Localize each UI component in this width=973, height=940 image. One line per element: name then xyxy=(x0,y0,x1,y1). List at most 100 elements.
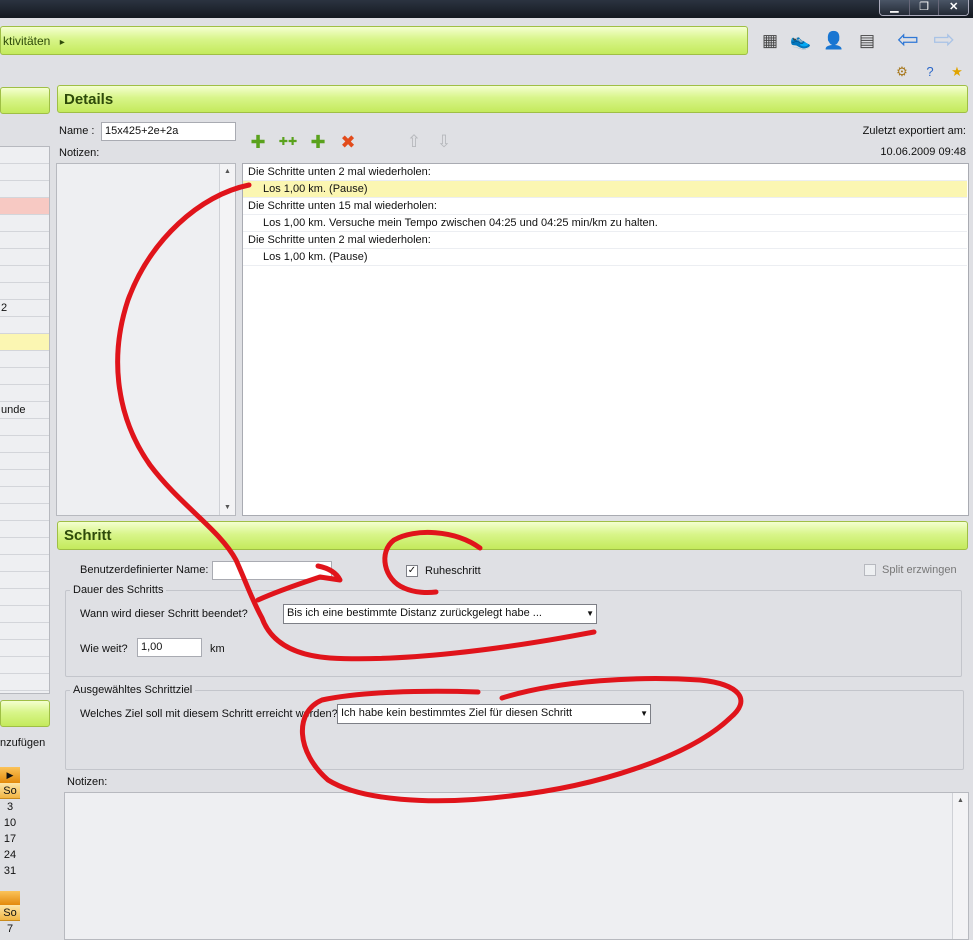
rest-step-label: Ruheschritt xyxy=(425,565,481,577)
list-item[interactable] xyxy=(0,589,49,606)
schritt-header: Schritt xyxy=(57,521,968,550)
list-item[interactable] xyxy=(0,521,49,538)
list-item[interactable] xyxy=(0,657,49,674)
custom-name-input[interactable] xyxy=(212,561,332,580)
list-item[interactable] xyxy=(0,606,49,623)
left-panel-header-2 xyxy=(0,700,50,727)
list-item[interactable] xyxy=(0,181,49,198)
favorites-star-icon[interactable]: ★ xyxy=(948,63,966,81)
name-label: Name : xyxy=(59,125,95,137)
distance-input[interactable]: 1,00 xyxy=(137,638,202,657)
help-icon[interactable]: ? xyxy=(921,63,939,81)
list-item[interactable]: 2 xyxy=(0,300,49,317)
list-item[interactable] xyxy=(0,147,49,164)
breadcrumb-label[interactable]: ktivitäten xyxy=(3,34,50,48)
list-item[interactable]: unde xyxy=(0,402,49,419)
window-titlebar xyxy=(0,0,973,18)
repeat-row[interactable]: Die Schritte unten 2 mal wiederholen: xyxy=(243,232,967,249)
rest-step-checkbox[interactable]: ✓ xyxy=(406,565,418,577)
calendar-day[interactable]: 31 xyxy=(0,863,20,879)
add-repeat-icon[interactable]: ✚✚ xyxy=(276,130,300,154)
target-value: Ich habe kein bestimmtes Ziel für diesen… xyxy=(341,707,573,719)
list-item[interactable] xyxy=(0,538,49,555)
end-condition-value: Bis ich eine bestimmte Distanz zurückgel… xyxy=(287,607,542,619)
list-item[interactable] xyxy=(0,351,49,368)
steps-list[interactable]: Die Schritte unten 2 mal wiederholen: Los… xyxy=(242,163,969,516)
add-step-icon[interactable]: ✚ xyxy=(246,130,270,154)
athlete-icon[interactable]: 👤 xyxy=(822,29,846,53)
calendar-day[interactable]: 24 xyxy=(0,847,20,863)
calendar-day[interactable]: 7 xyxy=(0,921,20,937)
list-item[interactable] xyxy=(0,640,49,657)
target-groupbox xyxy=(65,690,964,770)
notes-label: Notizen: xyxy=(59,147,100,159)
list-item[interactable] xyxy=(0,623,49,640)
mini-calendar-2: So 7 xyxy=(0,891,20,937)
settings-gear-icon[interactable]: ⚙ xyxy=(893,63,911,81)
calendar-day[interactable]: 3 xyxy=(0,799,20,815)
list-item[interactable] xyxy=(0,198,49,215)
target-label: Welches Ziel soll mit diesem Schritt err… xyxy=(80,708,338,720)
calendar-day[interactable]: 10 xyxy=(0,815,20,831)
step-notes-scrollbar[interactable]: ▲ xyxy=(952,793,968,939)
repeat-row[interactable]: Die Schritte unten 15 mal wiederholen: xyxy=(243,198,967,215)
add-link[interactable]: nzufügen xyxy=(0,737,45,749)
left-activity-list[interactable]: 2 unde xyxy=(0,146,50,694)
list-item[interactable] xyxy=(0,555,49,572)
list-item[interactable] xyxy=(0,266,49,283)
force-split-checkbox[interactable] xyxy=(864,564,876,576)
list-item[interactable] xyxy=(0,470,49,487)
notes-scrollbar[interactable]: ▲ ▼ xyxy=(219,164,235,515)
list-item[interactable] xyxy=(0,317,49,334)
target-select[interactable]: Ich habe kein bestimmtes Ziel für diesen… xyxy=(337,704,651,724)
list-item[interactable] xyxy=(0,436,49,453)
step-row[interactable]: Los 1,00 km. (Pause) xyxy=(243,249,967,266)
minimize-button[interactable]: ▁ xyxy=(880,0,909,15)
name-input[interactable]: 15x425+2e+2a xyxy=(101,122,236,141)
left-panel-header xyxy=(0,87,50,114)
step-row[interactable]: Los 1,00 km. (Pause) xyxy=(243,181,967,198)
scroll-down-icon[interactable]: ▼ xyxy=(220,504,235,511)
maximize-button[interactable]: ❐ xyxy=(908,0,939,15)
list-item[interactable] xyxy=(0,674,49,691)
details-header: Details xyxy=(57,85,968,113)
end-condition-label: Wann wird dieser Schritt beendet? xyxy=(80,608,248,620)
list-item[interactable] xyxy=(0,283,49,300)
logbook-icon[interactable]: ▤ xyxy=(855,29,879,53)
list-item[interactable] xyxy=(0,215,49,232)
step-notes-area[interactable]: ▲ xyxy=(64,792,969,940)
move-down-icon[interactable]: ⇩ xyxy=(432,130,456,154)
list-item[interactable] xyxy=(0,385,49,402)
back-arrow-icon[interactable]: ⇦ xyxy=(896,26,920,52)
step-notes-label: Notizen: xyxy=(67,776,108,788)
list-item[interactable] xyxy=(0,232,49,249)
step-row[interactable]: Los 1,00 km. Versuche mein Tempo zwische… xyxy=(243,215,967,232)
calendar-day[interactable]: 17 xyxy=(0,831,20,847)
scroll-up-icon[interactable]: ▲ xyxy=(220,168,235,175)
target-group-title: Ausgewähltes Schrittziel xyxy=(70,684,196,696)
list-item[interactable] xyxy=(0,368,49,385)
calendar-icon[interactable]: ▦ xyxy=(758,29,782,53)
list-item[interactable] xyxy=(0,164,49,181)
list-item[interactable] xyxy=(0,453,49,470)
workout-notes-area[interactable]: ▲ ▼ xyxy=(56,163,236,516)
list-item[interactable] xyxy=(0,504,49,521)
close-button[interactable]: ✕ xyxy=(938,0,968,15)
list-item[interactable] xyxy=(0,487,49,504)
list-item[interactable] xyxy=(0,572,49,589)
shoe-icon[interactable]: 👟 xyxy=(789,29,813,53)
forward-arrow-icon[interactable]: ⇨ xyxy=(932,26,956,52)
repeat-row[interactable]: Die Schritte unten 2 mal wiederholen: xyxy=(243,164,967,181)
scroll-up-icon[interactable]: ▲ xyxy=(953,797,968,804)
list-item[interactable] xyxy=(0,419,49,436)
move-up-icon[interactable]: ⇧ xyxy=(402,130,426,154)
delete-icon[interactable]: ✖ xyxy=(336,130,360,154)
end-condition-select[interactable]: Bis ich eine bestimmte Distanz zurückgel… xyxy=(283,604,597,624)
breadcrumb[interactable]: ktivitäten ▸ xyxy=(0,26,748,55)
calendar-next-icon[interactable]: ▶ xyxy=(0,767,20,783)
list-item[interactable] xyxy=(0,334,49,351)
list-item[interactable] xyxy=(0,249,49,266)
distance-unit: km xyxy=(210,643,225,655)
calendar-day-header: So xyxy=(0,905,20,921)
add-custom-icon[interactable]: ✚ xyxy=(306,130,330,154)
